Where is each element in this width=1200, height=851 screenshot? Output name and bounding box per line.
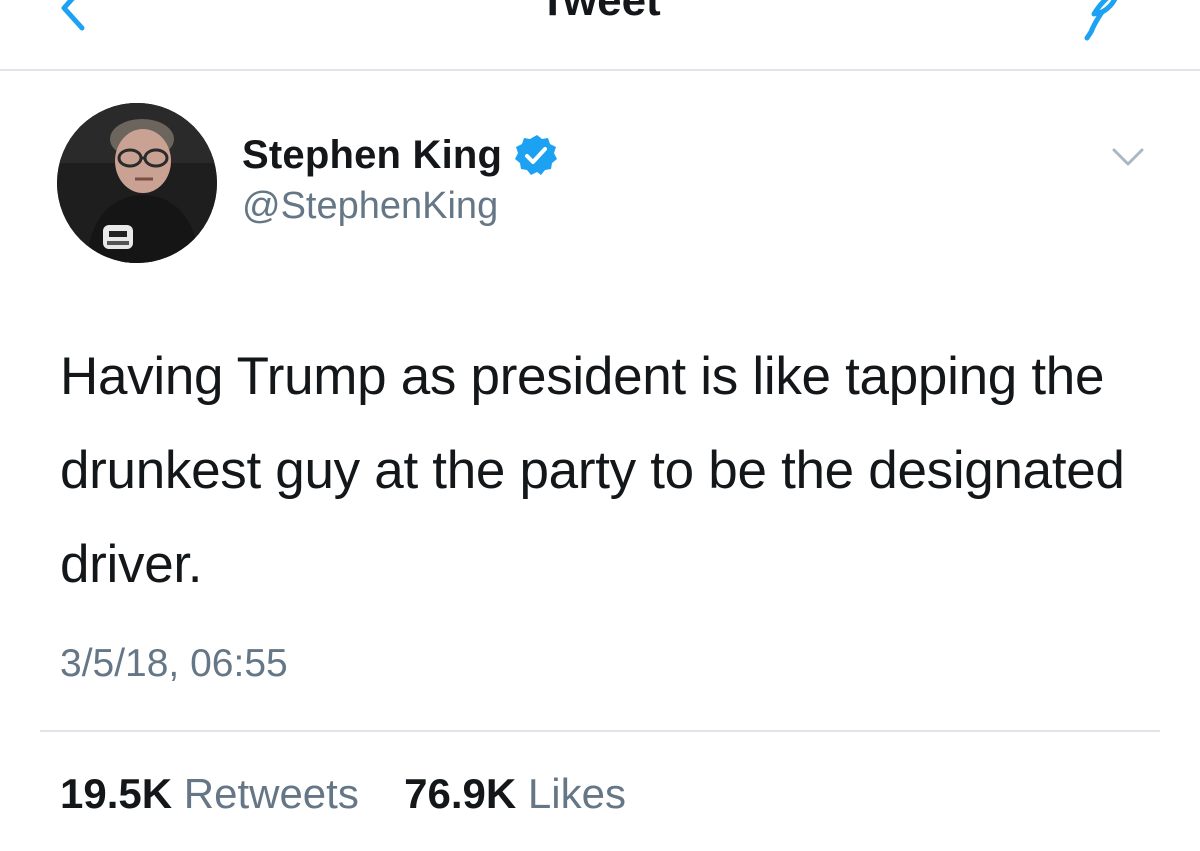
retweets-stat[interactable]: 19.5K Retweets	[60, 770, 371, 817]
author-handle[interactable]: @StephenKing	[242, 185, 498, 228]
author-display-name[interactable]: Stephen King	[242, 133, 502, 178]
likes-stat[interactable]: 76.9K Likes	[393, 770, 626, 817]
author-name-row[interactable]: Stephen King	[242, 130, 558, 180]
tweet-text: Having Trump as president is like tappin…	[60, 347, 1125, 594]
compose-feather-icon	[1084, 0, 1118, 41]
page-title: Tweet	[539, 0, 661, 25]
profile-photo	[57, 103, 217, 263]
retweets-label: Retweets	[183, 770, 359, 817]
chevron-down-icon	[1112, 148, 1144, 166]
verified-badge-icon	[515, 135, 558, 175]
avatar[interactable]	[57, 103, 217, 263]
likes-count: 76.9K	[404, 770, 517, 817]
tweet-menu-button[interactable]	[1108, 140, 1148, 172]
retweets-count: 19.5K	[60, 770, 173, 817]
tweet-timestamp: 3/5/18, 06:55	[60, 642, 288, 685]
engagement-stats: 19.5K Retweets 76.9K Likes	[60, 770, 626, 818]
compose-button[interactable]	[1078, 0, 1126, 42]
divider	[40, 730, 1160, 732]
navigation-bar: Tweet	[0, 0, 1200, 71]
tweet-detail-screen: Tweet Stephen King @StephenKing Having T…	[0, 0, 1200, 851]
likes-label: Likes	[527, 770, 626, 817]
